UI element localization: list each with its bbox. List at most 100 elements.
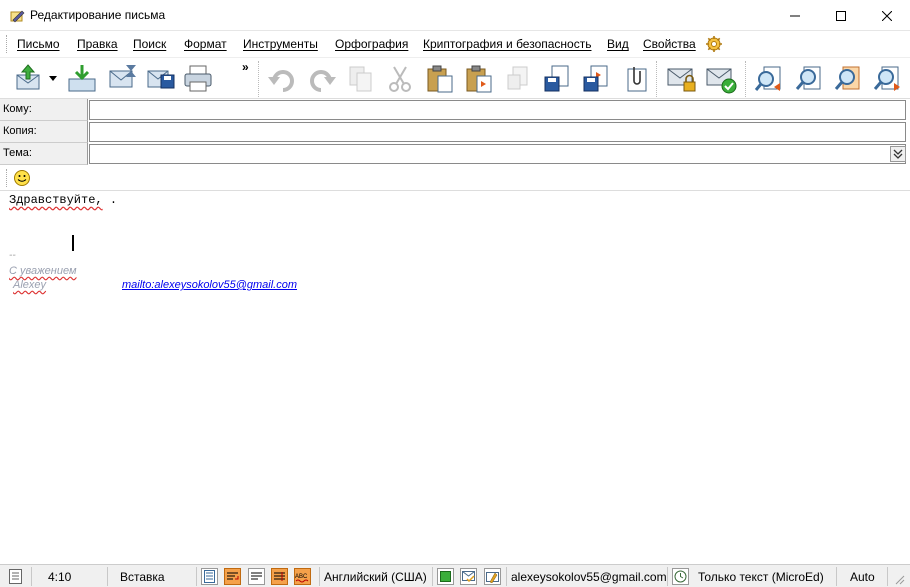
encrypt-icon[interactable] [666,63,698,95]
mail-check-icon [462,571,475,582]
page-icon [204,570,215,583]
toolbar-overflow[interactable]: » [242,60,249,74]
menu-letter[interactable]: Письмо [17,37,60,51]
cc-field[interactable] [89,122,906,142]
menu-crypto[interactable]: Криптография и безопасность [423,37,591,51]
emoticon-bar [0,165,910,191]
reformat-button[interactable] [271,568,288,585]
print-icon[interactable] [182,63,214,95]
receipt-button[interactable] [460,568,477,585]
subject-row: Тема: [0,143,910,165]
clock-icon [674,570,687,583]
toolbar-separator [656,61,657,97]
app-pen-icon [10,10,25,23]
account-indicator[interactable]: alexeysokolov55@gmail.com [511,565,667,587]
greeting-rest: . [102,193,118,207]
close-icon [882,10,892,21]
menu-view[interactable]: Вид [607,37,629,51]
signature-email-link[interactable]: mailto:alexeysokolov55@gmail.com [122,279,297,291]
subject-expand-button[interactable] [890,146,906,162]
menu-spelling[interactable]: Орфография [335,37,408,51]
cut-icon[interactable] [384,63,416,95]
status-bar: 4:10 Вставка ABC Английский (США) alexey… [0,564,910,587]
cc-row: Копия: [0,121,910,143]
resize-grip-icon[interactable] [893,573,905,585]
format-indicator[interactable]: Только текст (MicroEd) [698,565,824,587]
mail-priority-icon [486,572,499,583]
menu-tools[interactable]: Инструменты [243,37,318,51]
cursor-position: 4:10 [48,569,72,584]
save-icon[interactable] [145,63,177,95]
greeting-line: Здравствуйте, . [9,193,117,207]
find-icon[interactable] [794,63,826,95]
undo-icon[interactable] [266,63,298,95]
gear-icon[interactable] [705,35,723,53]
find-replace-icon[interactable] [833,63,865,95]
close-button[interactable] [864,0,910,31]
greeting-word: Здравствуйте, [9,193,103,207]
align-icon [251,572,262,580]
message-body[interactable]: Здравствуйте, . -- С уважением Alexey ma… [0,191,910,564]
paste-quote-icon[interactable] [463,63,495,95]
wrap-icon [227,572,239,580]
copy-icon[interactable] [345,63,377,95]
wrap-button[interactable] [224,568,241,585]
insert-mode[interactable]: Вставка [120,565,165,587]
menubar-grip[interactable] [6,35,9,53]
subject-label: Тема: [0,143,88,165]
to-field[interactable] [89,100,906,120]
green-square-icon [440,571,451,582]
header-fields: Кому: Копия: Тема: [0,99,910,165]
subject-field[interactable] [89,144,906,164]
svg-text:ABC: ABC [295,574,308,580]
justify-button[interactable] [248,568,265,585]
signature-separator: -- [9,250,16,261]
encoding-indicator[interactable]: Auto [850,565,875,587]
window-title: Редактирование письма [30,8,166,22]
format-page-button[interactable] [201,568,218,585]
find-next-icon[interactable] [872,63,904,95]
smiley-icon[interactable] [13,169,31,187]
signature-name: Alexey [13,279,47,291]
insert-file-icon[interactable] [581,63,613,95]
menu-bar: Письмо Правка Поиск Формат Инструменты О… [0,31,910,57]
redo-icon[interactable] [306,63,338,95]
to-label[interactable]: Кому: [0,99,88,121]
language-indicator[interactable]: Английский (США) [324,565,427,587]
double-chevron-down-icon [893,149,903,159]
spellcheck-icon: ABC [295,574,309,582]
toolbar-separator [258,61,259,97]
paste-icon[interactable] [424,63,456,95]
spellcheck-button[interactable]: ABC [294,568,311,585]
save-file-icon[interactable] [542,63,574,95]
new-doc-icon[interactable] [503,63,535,95]
toolbar-separator [745,61,746,97]
title-bar: Редактирование письма [0,0,910,31]
document-icon [9,569,22,584]
menu-format[interactable]: Формат [184,37,227,51]
menu-edit[interactable]: Правка [77,37,118,51]
maximize-button[interactable] [818,0,864,31]
minimize-icon [790,15,800,16]
queue-icon[interactable] [66,63,98,95]
sign-icon[interactable] [705,63,737,95]
status-green-button[interactable] [437,568,454,585]
priority-button[interactable] [484,568,501,585]
toolbar: » [0,57,910,99]
menu-properties[interactable]: Свойства [643,37,696,51]
text-caret [72,235,74,251]
signature-regards: С уважением [9,265,77,277]
maximize-icon [836,10,846,21]
minimize-button[interactable] [772,0,818,31]
editor-type-button[interactable] [672,568,689,585]
save-draft-icon[interactable] [106,63,138,95]
menu-search[interactable]: Поиск [133,37,166,51]
send-dropdown-icon[interactable] [49,76,57,82]
reformat-icon [274,572,285,581]
cc-label[interactable]: Копия: [0,121,88,143]
find-prev-icon[interactable] [754,63,786,95]
attach-icon[interactable] [620,63,652,95]
to-row: Кому: [0,99,910,121]
send-icon[interactable] [14,63,46,95]
emoticon-bar-grip[interactable] [6,169,9,187]
